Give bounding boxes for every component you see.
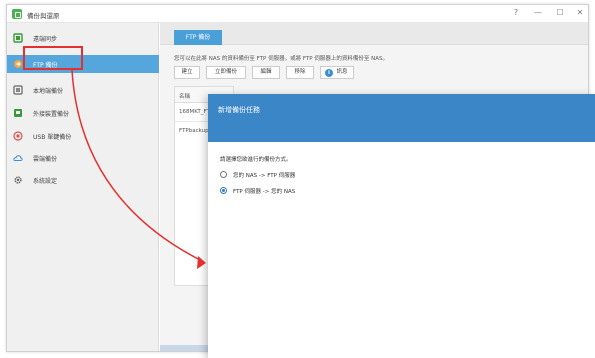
sidebar-item-cloud-backup[interactable]: 雲端備份 <box>7 149 159 167</box>
sidebar-item-label: 遠端同步 <box>33 36 58 43</box>
title-bar: 備份與還原 ? — ☐ ✕ <box>7 5 588 23</box>
option-label: 您的 NAS -> FTP 伺服器 <box>233 173 296 179</box>
external-device-icon <box>14 109 22 117</box>
info-icon: i <box>325 69 333 77</box>
window-title: 備份與還原 <box>27 12 60 20</box>
sidebar-item-system-settings[interactable]: 系統設定 <box>7 171 159 189</box>
sidebar-item-remote-sync[interactable]: 遠端同步 <box>7 29 159 47</box>
column-header-name: 名稱 <box>179 94 191 100</box>
sidebar-item-external-backup[interactable]: 外接裝置備份 <box>7 104 159 122</box>
sidebar-item-label: 外接裝置備份 <box>33 111 70 118</box>
dialog-prompt: 請選擇您欲進行的備份方式。 <box>220 157 292 163</box>
info-button-label: 訊息 <box>336 69 348 75</box>
edit-button[interactable]: 編輯 <box>252 66 280 79</box>
tab-bar: FTP 備份 <box>160 23 588 45</box>
tab-ftp-backup[interactable]: FTP 備份 <box>174 30 222 45</box>
cloud-icon <box>13 155 23 161</box>
remove-button[interactable]: 移除 <box>286 66 314 79</box>
minimize-button[interactable]: — <box>531 8 545 17</box>
radio-button-selected[interactable] <box>220 187 227 194</box>
sync-icon <box>13 33 23 43</box>
sidebar-item-label: 雲端備份 <box>33 156 58 163</box>
sidebar-item-usb-backup[interactable]: USB 單鍵備份 <box>7 127 159 145</box>
radio-button[interactable] <box>220 171 227 178</box>
sidebar-item-label: USB 單鍵備份 <box>33 134 72 141</box>
dialog-title: 新增備份任務 <box>218 106 260 114</box>
dialog-header: 新增備份任務 <box>208 94 595 142</box>
close-button[interactable]: ✕ <box>573 8 587 17</box>
page-description: 您可以在此將 NAS 的資料備份至 FTP 伺服器，或將 FTP 伺服器上的資料… <box>174 56 388 62</box>
local-disk-icon <box>13 85 23 95</box>
usb-icon <box>13 131 23 141</box>
backup-now-button[interactable]: 立即備份 <box>206 66 246 79</box>
sidebar-item-local-backup[interactable]: 本地端備份 <box>7 81 159 99</box>
info-button[interactable]: i 訊息 <box>320 66 354 79</box>
sidebar-item-label: 本地端備份 <box>33 88 64 95</box>
create-button[interactable]: 建立 <box>174 66 200 79</box>
option-label: FTP 伺服器 -> 您的 NAS <box>233 189 296 195</box>
ftp-icon <box>14 60 22 68</box>
help-button[interactable]: ? <box>509 8 523 17</box>
sidebar-item-label: 系統設定 <box>33 178 58 185</box>
backup-app-icon <box>12 9 22 19</box>
new-backup-task-dialog: 新增備份任務 請選擇您欲進行的備份方式。 您的 NAS -> FTP 伺服器 F… <box>208 94 595 358</box>
gear-icon <box>14 176 22 184</box>
maximize-button[interactable]: ☐ <box>553 8 567 17</box>
annotation-highlight-box <box>23 46 83 70</box>
sidebar: 遠端同步 FTP 備份 本地端備份 外接裝置備份 USB 單鍵備份 雲端備份 系… <box>7 23 159 351</box>
